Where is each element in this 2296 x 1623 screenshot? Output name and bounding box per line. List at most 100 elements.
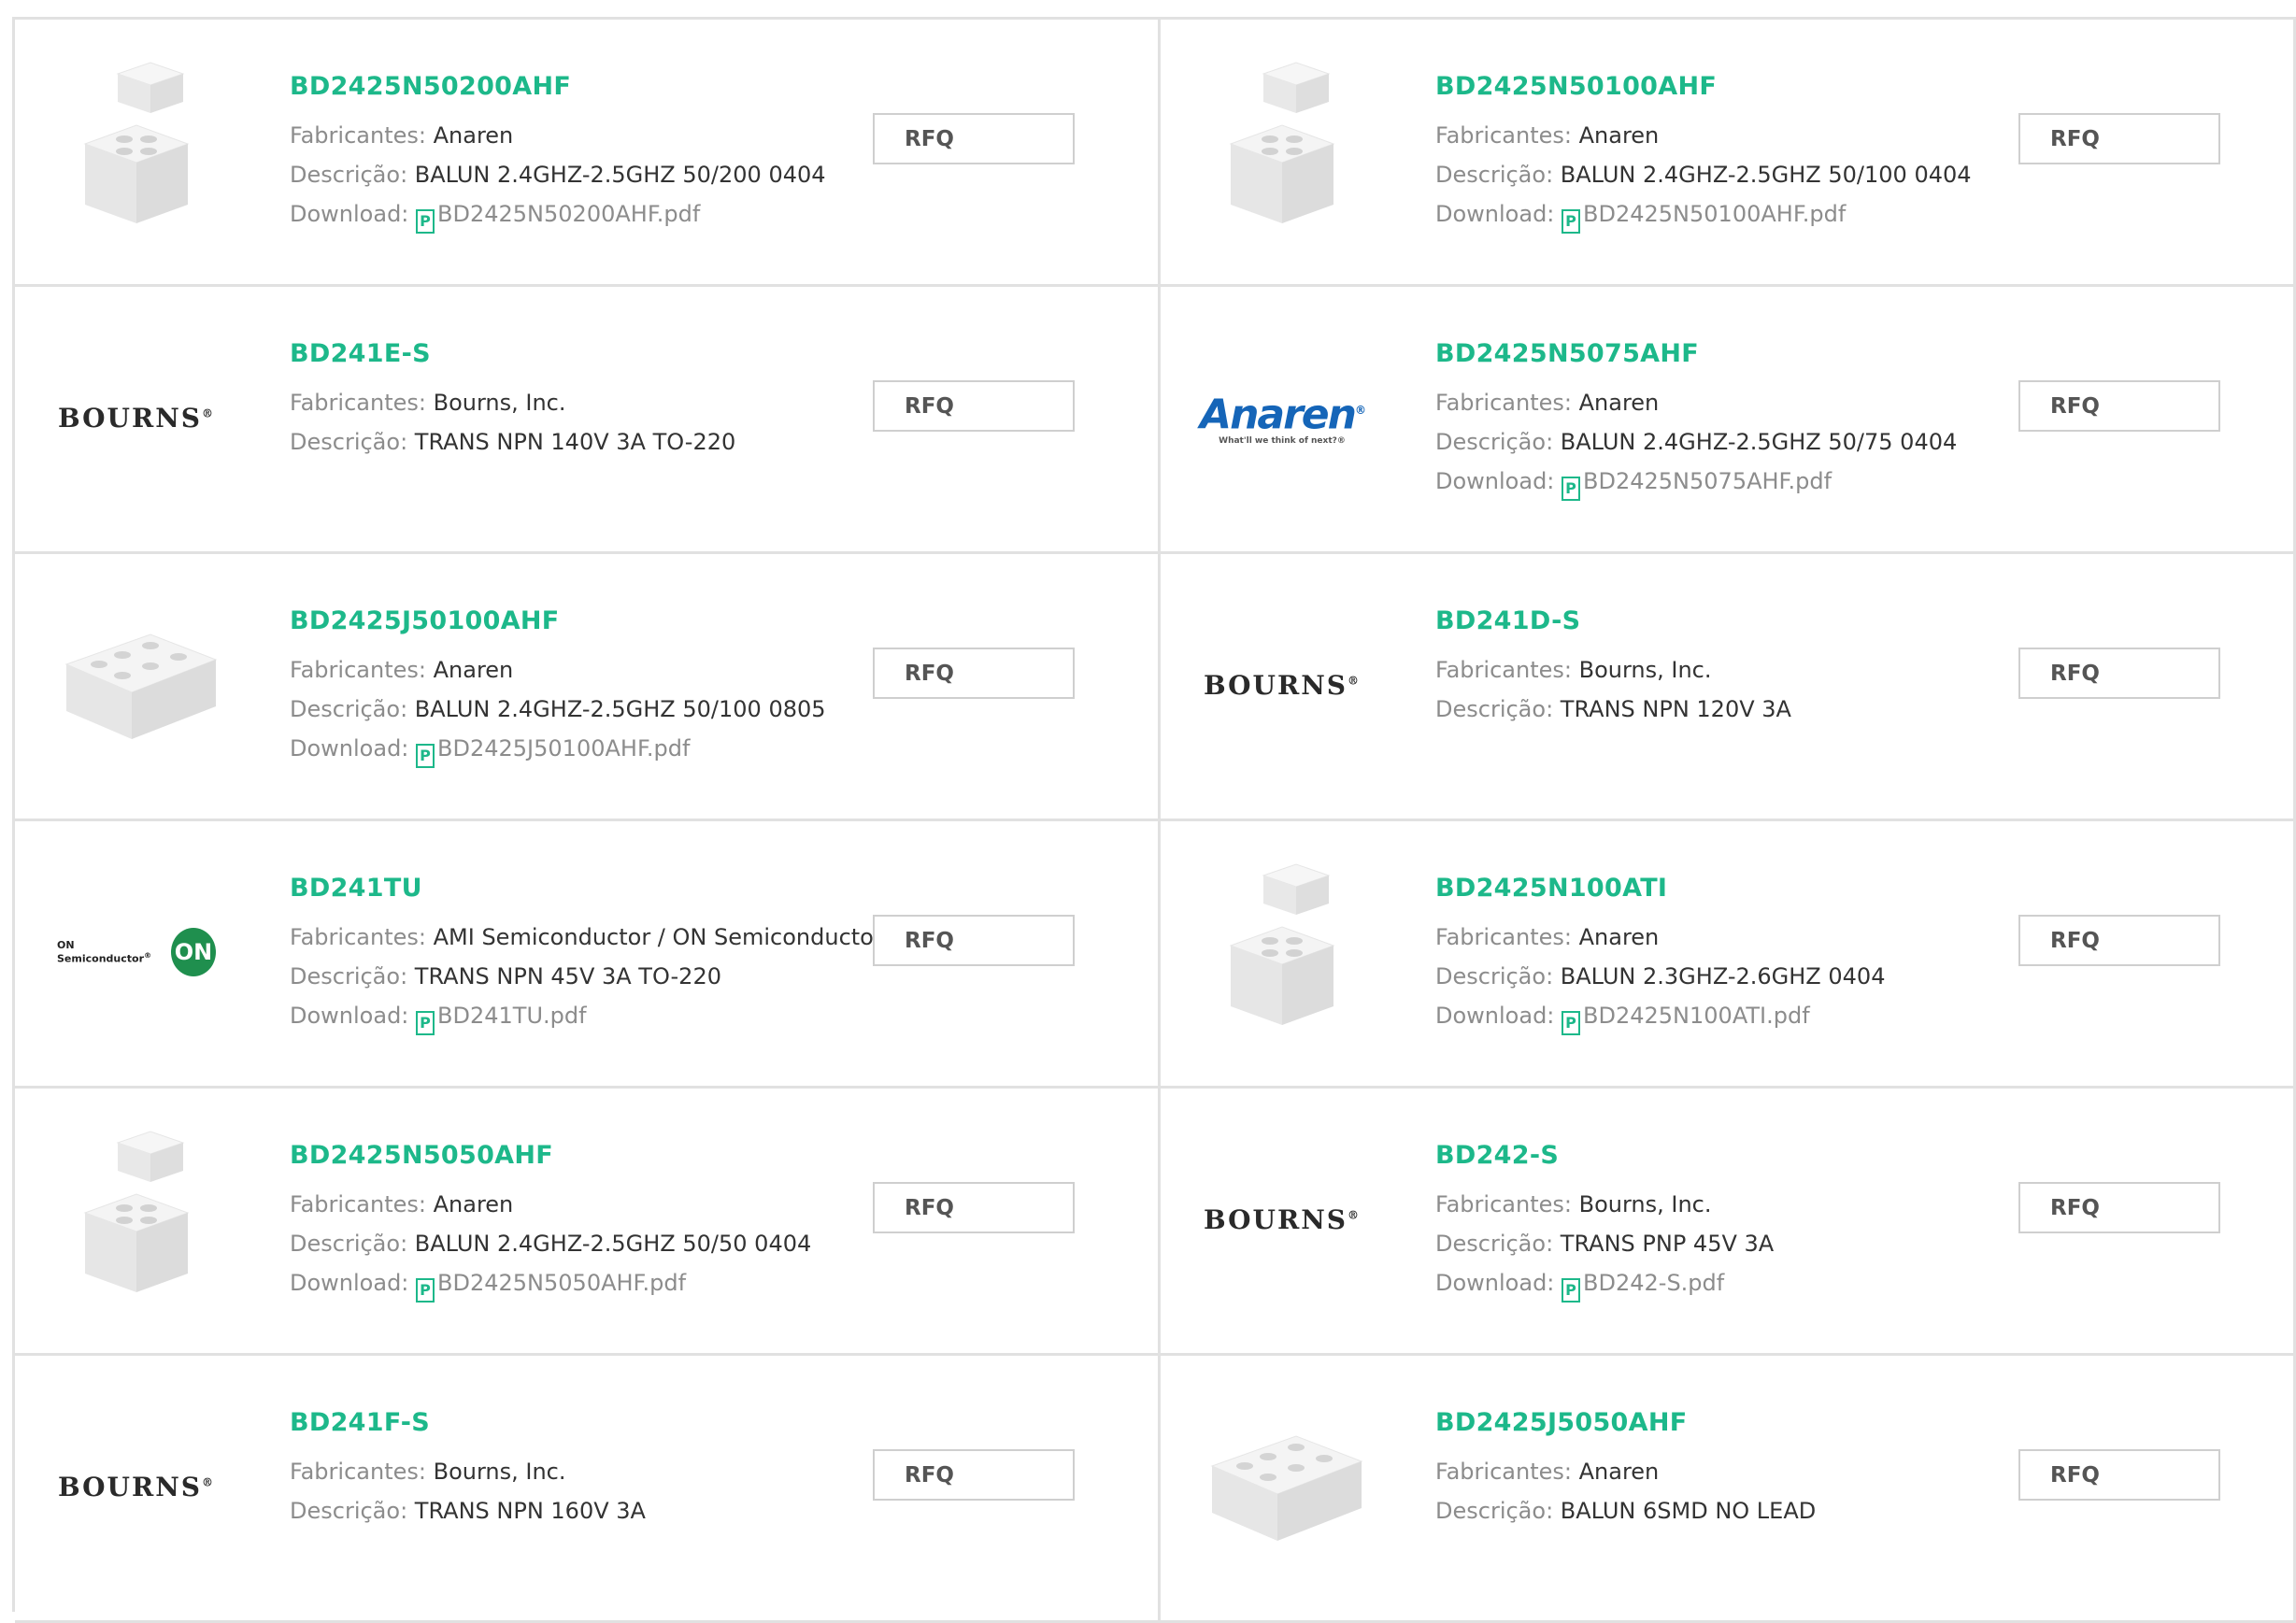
product-title-link[interactable]: BD2425N100ATI [1435, 874, 1667, 903]
manufacturer-value: Anaren [433, 122, 514, 149]
manufacturer-value: Anaren [1578, 924, 1660, 950]
manufacturer-line: Fabricantes: Bourns, Inc. [290, 1459, 566, 1485]
pdf-icon: P [1562, 1278, 1581, 1303]
datasheet-filename: BD2425J50100AHF.pdf [437, 735, 691, 762]
bourns-logo-mark: ® [1348, 1208, 1362, 1222]
description-label: Descrição: [1435, 162, 1554, 188]
rfq-button[interactable]: RFQ [2018, 380, 2220, 432]
product-title-link[interactable]: BD241E-S [290, 339, 431, 368]
datasheet-link[interactable]: P BD2425N5075AHF.pdf [1562, 468, 1832, 501]
product-card-bd2425j50100ahf: BD2425J50100AHF Fabricantes: Anaren Desc… [15, 554, 1161, 821]
product-title-link[interactable]: BD2425N50100AHF [1435, 72, 1717, 101]
rfq-button[interactable]: RFQ [2018, 648, 2220, 699]
download-line: Download: P BD2425N50100AHF.pdf [1435, 201, 1846, 234]
description-line: Descrição: BALUN 2.4GHZ-2.5GHZ 50/100 04… [1435, 162, 1972, 188]
rfq-button[interactable]: RFQ [873, 1182, 1075, 1233]
manufacturer-line: Fabricantes: Bourns, Inc. [290, 390, 566, 416]
product-title-link[interactable]: BD2425N5075AHF [1435, 339, 1699, 368]
datasheet-filename: BD2425N5050AHF.pdf [437, 1270, 687, 1296]
anaren-tagline: What'll we think of next?® [1219, 435, 1346, 446]
product-title-link[interactable]: BD2425J50100AHF [290, 606, 560, 635]
product-title-link[interactable]: BD242-S [1435, 1141, 1559, 1170]
product-image[interactable]: BOURNS® [57, 1393, 216, 1580]
datasheet-link[interactable]: P BD2425N50100AHF.pdf [1562, 201, 1846, 234]
bourns-logo-text: BOURNS [57, 1471, 203, 1502]
description-value: TRANS NPN 160V 3A [414, 1498, 646, 1524]
manufacturer-label: Fabricantes: [290, 924, 426, 950]
datasheet-link[interactable]: P BD2425N5050AHF.pdf [416, 1270, 687, 1303]
rfq-button[interactable]: RFQ [873, 380, 1075, 432]
manufacturer-line: Fabricantes: Bourns, Inc. [1435, 1191, 1712, 1217]
manufacturer-value: Anaren [1578, 122, 1660, 149]
description-value: BALUN 2.4GHZ-2.5GHZ 50/75 0404 [1560, 429, 1958, 455]
rfq-button[interactable]: RFQ [2018, 1449, 2220, 1501]
manufacturer-label: Fabricantes: [1435, 1459, 1572, 1485]
package-image [48, 608, 225, 762]
download-line: Download: P BD2425N50200AHF.pdf [290, 201, 700, 234]
bourns-logo: BOURNS® [58, 1472, 215, 1502]
bourns-logo-text: BOURNS [57, 402, 203, 434]
product-image[interactable]: BOURNS® [57, 324, 216, 511]
datasheet-filename: BD2425N100ATI.pdf [1583, 1003, 1810, 1029]
manufacturer-label: Fabricantes: [1435, 657, 1572, 683]
download-line: Download: P BD2425J50100AHF.pdf [290, 735, 690, 768]
pdf-icon: P [416, 1011, 435, 1035]
datasheet-link[interactable]: P BD2425J50100AHF.pdf [416, 735, 691, 768]
product-image[interactable] [1203, 57, 1362, 244]
datasheet-link[interactable]: P BD2425N50200AHF.pdf [416, 201, 700, 234]
rfq-button[interactable]: RFQ [873, 1449, 1075, 1501]
datasheet-link[interactable]: P BD242-S.pdf [1562, 1270, 1725, 1303]
product-image[interactable]: Anaren® What'll we think of next?® [1200, 324, 1366, 511]
bourns-logo: BOURNS® [1204, 1204, 1361, 1235]
datasheet-filename: BD242-S.pdf [1583, 1270, 1725, 1296]
rfq-button[interactable]: RFQ [2018, 1182, 2220, 1233]
datasheet-link[interactable]: P BD241TU.pdf [416, 1003, 587, 1035]
product-title-link[interactable]: BD241TU [290, 874, 422, 903]
pdf-icon: P [416, 209, 435, 234]
description-label: Descrição: [290, 696, 408, 722]
product-title-link[interactable]: BD2425N5050AHF [290, 1141, 553, 1170]
description-line: Descrição: BALUN 2.4GHZ-2.5GHZ 50/50 040… [290, 1231, 811, 1257]
manufacturer-value: Bourns, Inc. [433, 1459, 566, 1485]
datasheet-link[interactable]: P BD2425N100ATI.pdf [1562, 1003, 1810, 1035]
rfq-button[interactable]: RFQ [873, 648, 1075, 699]
product-title-link[interactable]: BD241D-S [1435, 606, 1580, 635]
pdf-icon: P [1562, 1011, 1581, 1035]
product-title-link[interactable]: BD2425J5050AHF [1435, 1408, 1687, 1437]
product-card-bd2425j5050ahf: BD2425J5050AHF Fabricantes: Anaren Descr… [1161, 1356, 2296, 1623]
bourns-logo-text: BOURNS [1203, 1203, 1348, 1235]
rfq-button[interactable]: RFQ [873, 113, 1075, 164]
product-image[interactable]: ON Semiconductor® ON [57, 859, 216, 1046]
package-image [1193, 1410, 1371, 1563]
manufacturer-label: Fabricantes: [290, 390, 426, 416]
description-value: BALUN 2.4GHZ-2.5GHZ 50/200 0404 [414, 162, 826, 188]
product-image[interactable] [57, 1126, 216, 1313]
download-line: Download: P BD2425N5050AHF.pdf [290, 1270, 686, 1303]
download-line: Download: P BD2425N5075AHF.pdf [1435, 468, 1832, 501]
download-line: Download: P BD241TU.pdf [290, 1003, 587, 1035]
product-card-bd241e-s: BOURNS® BD241E-S Fabricantes: Bourns, In… [15, 287, 1161, 554]
product-card-bd242-s: BOURNS® BD242-S Fabricantes: Bourns, Inc… [1161, 1089, 2296, 1356]
bourns-logo-mark: ® [202, 1475, 216, 1489]
product-title-link[interactable]: BD2425N50200AHF [290, 72, 571, 101]
rfq-button[interactable]: RFQ [2018, 915, 2220, 966]
manufacturer-line: Fabricantes: Anaren [1435, 924, 1659, 950]
description-value: BALUN 2.4GHZ-2.5GHZ 50/100 0404 [1560, 162, 1972, 188]
description-value: TRANS NPN 120V 3A [1560, 696, 1791, 722]
rfq-button[interactable]: RFQ [2018, 113, 2220, 164]
product-image[interactable] [1203, 1393, 1363, 1580]
product-image[interactable] [57, 57, 216, 244]
product-image[interactable]: BOURNS® [1203, 1126, 1362, 1313]
manufacturer-label: Fabricantes: [290, 122, 426, 149]
product-image[interactable] [1203, 859, 1362, 1046]
product-card-bd241d-s: BOURNS® BD241D-S Fabricantes: Bourns, In… [1161, 554, 2296, 821]
product-title-link[interactable]: BD241F-S [290, 1408, 430, 1437]
download-label: Download: [290, 1003, 409, 1029]
product-image[interactable]: BOURNS® [1203, 591, 1362, 778]
description-label: Descrição: [290, 1498, 408, 1524]
product-image[interactable] [57, 591, 218, 778]
rfq-button[interactable]: RFQ [873, 915, 1075, 966]
manufacturer-value: Bourns, Inc. [433, 390, 566, 416]
manufacturer-line: Fabricantes: Anaren [290, 1191, 513, 1217]
manufacturer-value: Anaren [433, 1191, 514, 1217]
